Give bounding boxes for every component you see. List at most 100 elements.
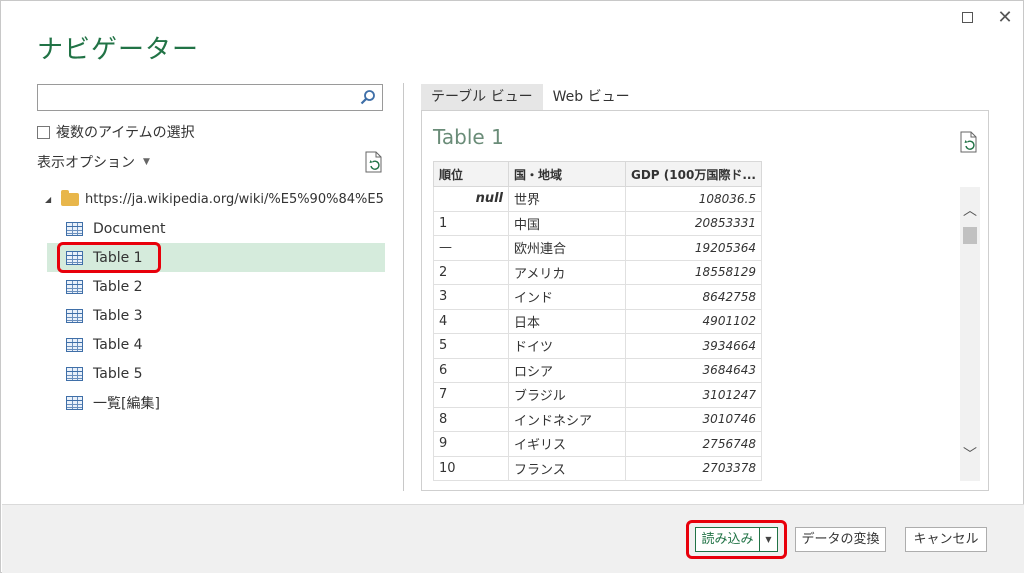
tree-root-node[interactable]: ◢ https://ja.wikipedia.org/wiki/%E5%90%8… — [45, 187, 385, 211]
refresh-icon[interactable] — [364, 151, 384, 173]
table-icon — [66, 308, 83, 323]
data-table: 順位 国・地域 GDP (100万国際ド... null 世界 108036.5 1 中… — [433, 161, 762, 481]
tree-item-document[interactable]: Document — [47, 214, 385, 243]
cell-country: ドイツ — [508, 333, 626, 359]
highlight-box-load — [686, 520, 787, 559]
table-row: 5 ドイツ 3934664 — [433, 333, 762, 359]
cell-gdp: 3101247 — [625, 382, 762, 408]
display-options-dropdown[interactable]: 表示オプション ▼ — [37, 152, 150, 172]
document-icon — [66, 221, 83, 236]
table-row: — 欧州連合 19205364 — [433, 235, 762, 261]
cell-country: 中国 — [508, 210, 626, 236]
cell-gdp: 3684643 — [625, 357, 762, 383]
vertical-scrollbar[interactable]: ︿ ﹀ — [960, 187, 980, 481]
cell-gdp: 2756748 — [625, 431, 762, 457]
tree-item-label: Table 2 — [93, 278, 143, 295]
refresh-icon[interactable] — [959, 131, 979, 153]
multi-select-checkbox[interactable] — [37, 125, 50, 139]
source-url: https://ja.wikipedia.org/wiki/%E5%90%84%… — [85, 191, 385, 207]
table-row: 8 インドネシア 3010746 — [433, 406, 762, 432]
close-icon[interactable]: ✕ — [994, 7, 1016, 29]
tab-table-view[interactable]: テーブル ビュー — [421, 84, 543, 110]
transform-data-button[interactable]: データの変換 — [795, 527, 886, 552]
collapse-triangle-icon[interactable]: ◢ — [45, 195, 55, 204]
cell-gdp: 108036.5 — [625, 186, 762, 212]
folder-icon — [61, 189, 79, 206]
cell-country: ロシア — [508, 357, 626, 383]
cell-rank: — — [433, 235, 509, 261]
cell-country: 世界 — [508, 186, 626, 212]
tree-item-table-4[interactable]: Table 4 — [47, 330, 385, 359]
table-preview: Table 1 順位 国・地域 GDP (100万国際ド... null 世界 10… — [421, 110, 989, 491]
table-header-row: 順位 国・地域 GDP (100万国際ド... — [433, 161, 762, 187]
cell-gdp: 3934664 — [625, 333, 762, 359]
cell-rank: null — [433, 186, 509, 212]
cell-rank: 6 — [433, 357, 509, 383]
display-options-label: 表示オプション — [37, 155, 135, 171]
cell-rank: 3 — [433, 284, 509, 310]
scrollbar-thumb[interactable] — [963, 227, 977, 244]
pane-divider[interactable] — [403, 83, 404, 491]
cell-country: インド — [508, 284, 626, 310]
cell-rank: 2 — [433, 259, 509, 285]
table-row: null 世界 108036.5 — [433, 186, 762, 212]
cell-country: ブラジル — [508, 382, 626, 408]
column-header-gdp[interactable]: GDP (100万国際ド... — [625, 161, 762, 187]
preview-title: Table 1 — [433, 125, 504, 149]
multi-select-option[interactable]: 複数のアイテムの選択 — [37, 122, 195, 142]
cell-gdp: 18558129 — [625, 259, 762, 285]
table-row: 1 中国 20853331 — [433, 210, 762, 236]
tree-item-label: Table 4 — [93, 336, 143, 353]
multi-select-label: 複数のアイテムの選択 — [56, 125, 195, 141]
cell-gdp: 3010746 — [625, 406, 762, 432]
table-row: 6 ロシア 3684643 — [433, 357, 762, 383]
cell-country: インドネシア — [508, 406, 626, 432]
cell-rank: 9 — [433, 431, 509, 457]
highlight-box-table-1 — [57, 242, 161, 273]
cell-rank: 10 — [433, 455, 509, 481]
cell-country: イギリス — [508, 431, 626, 457]
tree-item-table-5[interactable]: Table 5 — [47, 359, 385, 388]
search-input[interactable] — [37, 84, 383, 111]
cell-country: 日本 — [508, 308, 626, 334]
table-row: 2 アメリカ 18558129 — [433, 259, 762, 285]
table-row: 4 日本 4901102 — [433, 308, 762, 334]
cell-gdp: 19205364 — [625, 235, 762, 261]
cell-rank: 1 — [433, 210, 509, 236]
tree-item-list-edit[interactable]: 一覧[編集] — [47, 388, 385, 417]
search-icon[interactable] — [360, 89, 376, 105]
scroll-up-icon[interactable]: ︿ — [960, 201, 980, 221]
tree-item-label: Table 5 — [93, 365, 143, 382]
maximize-icon[interactable] — [956, 7, 978, 29]
tree-item-table-2[interactable]: Table 2 — [47, 272, 385, 301]
table-icon — [66, 279, 83, 294]
dialog-title: ナビゲーター — [37, 35, 200, 65]
column-header-country[interactable]: 国・地域 — [508, 161, 626, 187]
table-icon — [66, 337, 83, 352]
table-row: 7 ブラジル 3101247 — [433, 382, 762, 408]
cell-gdp: 8642758 — [625, 284, 762, 310]
tree-item-label: Table 3 — [93, 307, 143, 324]
table-row: 3 インド 8642758 — [433, 284, 762, 310]
cell-rank: 5 — [433, 333, 509, 359]
column-header-rank[interactable]: 順位 — [433, 161, 509, 187]
cancel-button[interactable]: キャンセル — [905, 527, 987, 552]
tree-item-label: 一覧[編集] — [93, 395, 160, 412]
scroll-down-icon[interactable]: ﹀ — [960, 445, 980, 465]
tree-item-table-3[interactable]: Table 3 — [47, 301, 385, 330]
table-row: 9 イギリス 2756748 — [433, 431, 762, 457]
navigator-dialog: ✕ ナビゲーター 複数のアイテムの選択 表示オプション ▼ ◢ https://… — [0, 0, 1024, 573]
cell-rank: 4 — [433, 308, 509, 334]
chevron-down-icon: ▼ — [143, 157, 150, 167]
cell-gdp: 20853331 — [625, 210, 762, 236]
cell-country: アメリカ — [508, 259, 626, 285]
cell-rank: 8 — [433, 406, 509, 432]
table-icon — [66, 366, 83, 381]
tab-web-view[interactable]: Web ビュー — [543, 84, 640, 110]
cell-country: フランス — [508, 455, 626, 481]
table-icon — [66, 395, 83, 410]
cell-gdp: 4901102 — [625, 308, 762, 334]
table-row: 10 フランス 2703378 — [433, 455, 762, 481]
view-tabs: テーブル ビュー Web ビュー — [421, 84, 640, 110]
cell-country: 欧州連合 — [508, 235, 626, 261]
